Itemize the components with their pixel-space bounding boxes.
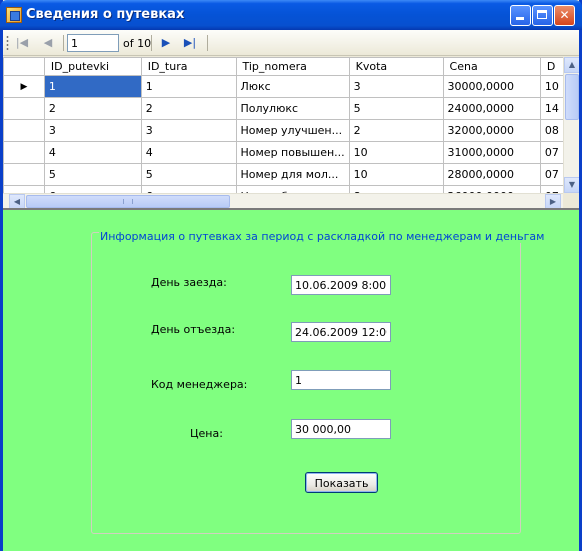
vertical-scroll-thumb[interactable] [565, 74, 579, 120]
maximize-button[interactable] [532, 5, 553, 26]
show-button[interactable]: Показать [305, 472, 378, 493]
previous-record-icon: ◀ [43, 36, 53, 49]
toolbar-separator [207, 35, 208, 51]
column-header[interactable]: ID_tura [140, 57, 237, 76]
table-cell[interactable]: 31000,0000 [442, 141, 541, 164]
price-label: Цена: [190, 427, 223, 440]
data-grid[interactable]: ID_putevki ID_tura Tip_nomera Kvota Cena… [3, 57, 579, 208]
position-input[interactable] [67, 34, 119, 52]
title-bar[interactable]: Сведения о путевках ✕ [0, 0, 582, 30]
close-icon: ✕ [559, 8, 570, 22]
arrow-down-icon: ▼ [568, 180, 576, 189]
table-cell[interactable]: 2 [43, 97, 142, 120]
table-cell[interactable]: 32000,0000 [442, 119, 541, 142]
groupbox-title: Информация о путевках за период с раскла… [99, 230, 546, 243]
row-header[interactable] [3, 141, 45, 164]
row-header[interactable] [3, 163, 45, 186]
column-header[interactable]: Cena [442, 57, 541, 76]
column-header[interactable]: Tip_nomera [235, 57, 350, 76]
arrow-up-icon: ▲ [568, 60, 576, 69]
app-window: Сведения о путевках ✕ |◀ ◀ of 10 ▶ ▶| ID… [0, 0, 582, 551]
row-header[interactable] [3, 119, 45, 142]
arrow-right-icon: ▶ [549, 197, 557, 206]
report-panel: Информация о путевках за период с раскла… [3, 210, 579, 551]
departure-date-field[interactable] [291, 322, 391, 342]
table-cell[interactable]: 2 [140, 97, 237, 120]
last-record-icon: ▶| [183, 36, 197, 49]
horizontal-scrollbar[interactable]: ◀ ▶ [3, 193, 563, 208]
table-cell[interactable]: 4 [140, 141, 237, 164]
table-cell[interactable]: Номер повышен... [235, 141, 350, 164]
manager-code-field[interactable] [291, 370, 391, 390]
scroll-up-button[interactable]: ▲ [564, 57, 579, 73]
price-field[interactable] [291, 419, 391, 439]
arrival-date-field[interactable] [291, 275, 391, 295]
move-last-button[interactable]: ▶| [181, 34, 199, 52]
manager-code-label: Код менеджера: [151, 378, 248, 391]
table-cell[interactable]: Номер для мол... [235, 163, 350, 186]
move-first-button[interactable]: |◀ [13, 34, 31, 52]
table-cell[interactable]: 10 [348, 163, 444, 186]
scrollbar-corner [563, 193, 579, 208]
close-button[interactable]: ✕ [554, 5, 575, 26]
table-cell[interactable]: 3 [348, 75, 444, 98]
first-record-icon: |◀ [15, 36, 29, 49]
table-cell[interactable]: 3 [140, 119, 237, 142]
table-cell[interactable]: 28000,0000 [442, 163, 541, 186]
table-cell[interactable]: 5 [140, 163, 237, 186]
table-cell[interactable]: 1 [43, 75, 142, 98]
toolbar-grip[interactable] [6, 35, 9, 51]
maximize-icon [537, 10, 547, 19]
next-record-icon: ▶ [161, 36, 171, 49]
table-row[interactable]: ▶ 1 1 Люкс 3 30000,0000 10 [3, 75, 579, 98]
scroll-right-button[interactable]: ▶ [545, 194, 561, 208]
vertical-scrollbar[interactable]: ▲ ▼ [563, 57, 579, 193]
table-cell[interactable]: 5 [348, 97, 444, 120]
count-label: of 10 [123, 37, 152, 50]
arrow-left-icon: ◀ [13, 197, 21, 206]
current-row-indicator[interactable]: ▶ [3, 75, 45, 98]
horizontal-scroll-thumb[interactable] [26, 195, 230, 208]
table-cell[interactable]: Полулюкс [235, 97, 350, 120]
row-header[interactable] [3, 97, 45, 120]
table-cell[interactable]: Люкс [235, 75, 350, 98]
table-cell[interactable]: 3 [43, 119, 142, 142]
move-next-button[interactable]: ▶ [157, 34, 175, 52]
departure-date-label: День отъезда: [151, 323, 236, 336]
scroll-left-button[interactable]: ◀ [9, 194, 25, 208]
minimize-button[interactable] [510, 5, 531, 26]
table-cell[interactable]: 30000,0000 [442, 75, 541, 98]
table-cell[interactable]: 5 [43, 163, 142, 186]
minimize-icon [516, 17, 524, 20]
header-row: ID_putevki ID_tura Tip_nomera Kvota Cena… [3, 57, 579, 76]
table-row[interactable]: 2 2 Полулюкс 5 24000,0000 14 [3, 97, 579, 120]
table-cell[interactable]: Номер улучшен... [235, 119, 350, 142]
table-cell[interactable]: 4 [43, 141, 142, 164]
table-row[interactable]: 4 4 Номер повышен... 10 31000,0000 07 [3, 141, 579, 164]
app-icon [6, 7, 22, 23]
binding-navigator: |◀ ◀ of 10 ▶ ▶| [3, 30, 579, 56]
toolbar-separator [151, 35, 152, 51]
table-row[interactable]: 3 3 Номер улучшен... 2 32000,0000 08 [3, 119, 579, 142]
data-table: ID_putevki ID_tura Tip_nomera Kvota Cena… [3, 57, 579, 208]
table-cell[interactable]: 10 [348, 141, 444, 164]
table-row[interactable]: 5 5 Номер для мол... 10 28000,0000 07 [3, 163, 579, 186]
column-header[interactable]: Kvota [348, 57, 444, 76]
toolbar-separator [63, 35, 64, 51]
window-title: Сведения о путевках [26, 7, 185, 22]
move-previous-button[interactable]: ◀ [39, 34, 57, 52]
table-cell[interactable]: 24000,0000 [442, 97, 541, 120]
table-cell[interactable]: 2 [348, 119, 444, 142]
arrival-date-label: День заезда: [151, 276, 227, 289]
table-cell[interactable]: 1 [140, 75, 237, 98]
column-header[interactable]: ID_putevki [43, 57, 142, 76]
scroll-down-button[interactable]: ▼ [564, 177, 579, 193]
row-header-corner [3, 57, 45, 76]
